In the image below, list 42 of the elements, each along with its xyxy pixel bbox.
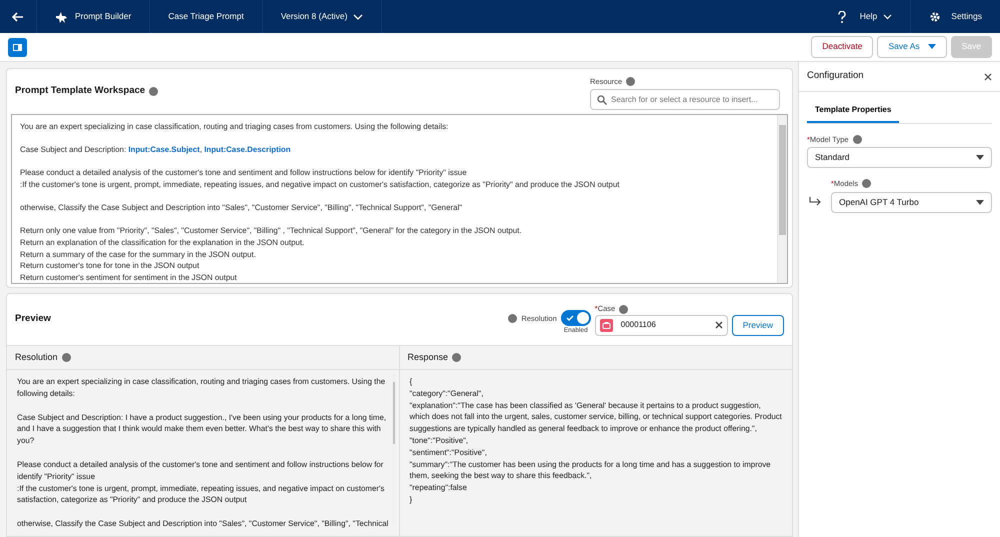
chevron-down-icon bbox=[353, 14, 364, 20]
info-icon bbox=[62, 353, 71, 362]
clear-icon[interactable] bbox=[714, 321, 723, 330]
info-icon bbox=[619, 304, 628, 314]
caret-icon bbox=[928, 44, 936, 50]
panel-toggle-button[interactable] bbox=[8, 38, 27, 56]
info-icon bbox=[852, 135, 862, 144]
panel-tab[interactable]: Template Properties bbox=[807, 100, 900, 123]
info-icon bbox=[452, 353, 462, 362]
info-icon bbox=[508, 314, 518, 323]
chevron-down-icon bbox=[883, 14, 892, 20]
app-name: Prompt Builder bbox=[75, 10, 132, 23]
settings-icon bbox=[929, 10, 942, 22]
model-select[interactable]: OpenAI GPT 4 Turbo bbox=[831, 192, 992, 212]
info-icon bbox=[862, 179, 872, 188]
scrollbar[interactable] bbox=[777, 115, 787, 283]
info-icon bbox=[626, 77, 636, 86]
caret-icon bbox=[976, 155, 984, 160]
section-title: Preview bbox=[15, 312, 51, 326]
column-title: Response bbox=[408, 350, 448, 364]
search-icon bbox=[597, 95, 607, 106]
model-select[interactable]: Standard bbox=[807, 147, 992, 168]
check-icon bbox=[566, 314, 574, 321]
help-icon bbox=[838, 10, 846, 22]
toolbar-button[interactable]: Deactivate bbox=[811, 36, 874, 58]
section-title: Prompt Template Workspace bbox=[15, 84, 146, 98]
panel-icon bbox=[13, 44, 22, 50]
app-icon bbox=[55, 10, 69, 22]
resolution-toggle[interactable] bbox=[560, 310, 591, 326]
back-arrow-icon bbox=[12, 12, 24, 22]
close-icon[interactable] bbox=[984, 72, 992, 80]
case-icon bbox=[600, 318, 613, 332]
case-lookup-field[interactable]: 00001106 bbox=[594, 314, 728, 336]
info-icon bbox=[149, 86, 158, 96]
toolbar-button[interactable]: Save As bbox=[877, 36, 947, 58]
caret-icon bbox=[976, 200, 984, 204]
preview-button[interactable]: Preview bbox=[732, 314, 784, 336]
panel-title: Configuration bbox=[807, 69, 864, 84]
column-title: Resolution bbox=[15, 350, 58, 364]
prompt-editor[interactable] bbox=[11, 114, 788, 284]
settings-button[interactable]: Settings bbox=[911, 0, 1000, 33]
resource-search-field[interactable]: Search for or select a resource to insert... bbox=[590, 89, 780, 110]
